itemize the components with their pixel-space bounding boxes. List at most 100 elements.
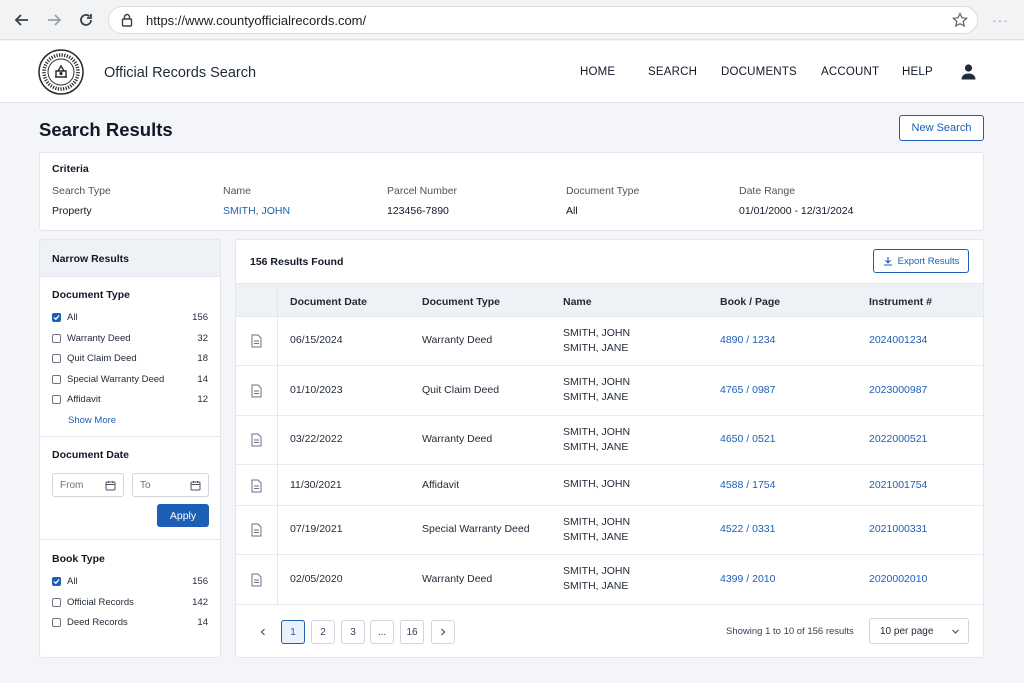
book-page-link[interactable]: 4765 / 0987 xyxy=(720,384,775,396)
export-results-button[interactable]: Export Results xyxy=(873,249,969,273)
instrument-link[interactable]: 2020002010 xyxy=(869,573,927,585)
cell-names: SMITH, JOHN SMITH, JANE xyxy=(563,375,630,405)
chevron-down-icon xyxy=(952,629,959,634)
calendar-icon[interactable] xyxy=(190,480,201,491)
back-icon[interactable] xyxy=(12,10,32,30)
table-row[interactable]: 06/15/2024 Warranty Deed SMITH, JOHN SMI… xyxy=(236,317,983,366)
instrument-link[interactable]: 2021000331 xyxy=(869,523,927,535)
new-search-button[interactable]: New Search xyxy=(899,115,984,141)
pagination-ellipsis: ... xyxy=(370,620,394,644)
user-account-icon[interactable] xyxy=(960,63,977,83)
book-page-link[interactable]: 4650 / 0521 xyxy=(720,433,775,445)
instrument-link[interactable]: 2024001234 xyxy=(869,334,927,346)
book-page-link[interactable]: 4399 / 2010 xyxy=(720,573,775,585)
forward-icon[interactable] xyxy=(44,10,64,30)
nav-help[interactable]: HELP xyxy=(902,66,933,78)
criteria-search-type: Search Type Property xyxy=(52,185,111,217)
party-name: SMITH, JANE xyxy=(563,342,629,354)
document-icon[interactable] xyxy=(251,433,262,447)
column-header-document-type[interactable]: Document Type xyxy=(422,296,500,308)
document-icon[interactable] xyxy=(251,523,262,537)
book-page-link[interactable]: 4588 / 1754 xyxy=(720,479,775,491)
more-menu-icon[interactable]: ··· xyxy=(992,12,1009,28)
divider xyxy=(40,539,220,540)
book-page-link[interactable]: 4890 / 1234 xyxy=(720,334,775,346)
column-header-instrument[interactable]: Instrument # xyxy=(869,296,932,308)
filter-count: 14 xyxy=(197,373,208,385)
cell-names: SMITH, JOHN xyxy=(563,477,630,492)
checkbox[interactable] xyxy=(52,576,61,586)
document-icon[interactable] xyxy=(251,334,262,348)
cell-document-date: 01/10/2023 xyxy=(290,384,343,396)
filter-label: Affidavit xyxy=(67,393,101,405)
calendar-icon[interactable] xyxy=(105,480,116,491)
filter-booktype-all[interactable]: All 156 xyxy=(52,574,208,588)
instrument-link[interactable]: 2023000987 xyxy=(869,384,927,396)
pagination-page-2[interactable]: 2 xyxy=(311,620,335,644)
show-more-link[interactable]: Show More xyxy=(68,415,116,426)
document-icon[interactable] xyxy=(251,479,262,493)
checkbox[interactable] xyxy=(52,333,61,343)
pagination-page-1[interactable]: 1 xyxy=(281,620,305,644)
checkbox[interactable] xyxy=(52,353,61,363)
table-row[interactable]: 03/22/2022 Warranty Deed SMITH, JOHN SMI… xyxy=(236,416,983,465)
instrument-link[interactable]: 2022000521 xyxy=(869,433,927,445)
nav-documents[interactable]: DOCUMENTS xyxy=(721,66,797,78)
apply-button[interactable]: Apply xyxy=(157,504,209,527)
table-row[interactable]: 11/30/2021 Affidavit SMITH, JOHN 4588 / … xyxy=(236,465,983,506)
filter-document-type-title: Document Type xyxy=(52,289,130,301)
site-title[interactable]: Official Records Search xyxy=(104,65,256,81)
document-icon[interactable] xyxy=(251,573,262,587)
table-row[interactable]: 02/05/2020 Warranty Deed SMITH, JOHN SMI… xyxy=(236,555,983,605)
filter-booktype-official-records[interactable]: Official Records 142 xyxy=(52,595,208,609)
criteria-name: Name SMITH, JOHN xyxy=(223,185,290,217)
table-row[interactable]: 01/10/2023 Quit Claim Deed SMITH, JOHN S… xyxy=(236,366,983,416)
book-page-link[interactable]: 4522 / 0331 xyxy=(720,523,775,535)
criteria-name-link[interactable]: SMITH, JOHN xyxy=(223,205,290,217)
date-from-placeholder: From xyxy=(60,480,84,491)
date-from-input[interactable]: From xyxy=(52,473,124,497)
filter-label: Official Records xyxy=(67,596,134,608)
checkbox[interactable] xyxy=(52,374,61,384)
column-header-name[interactable]: Name xyxy=(563,296,592,308)
date-to-input[interactable]: To xyxy=(132,473,209,497)
filter-doctype-warranty-deed[interactable]: Warranty Deed 32 xyxy=(52,331,208,345)
criteria-heading: Criteria xyxy=(52,163,89,175)
cell-names: SMITH, JOHN SMITH, JANE xyxy=(563,326,630,356)
per-page-select[interactable]: 10 per page xyxy=(869,618,969,644)
nav-search[interactable]: SEARCH xyxy=(648,66,697,78)
filter-doctype-special-warranty-deed[interactable]: Special Warranty Deed 14 xyxy=(52,372,208,386)
checkbox[interactable] xyxy=(52,597,61,607)
filter-doctype-affidavit[interactable]: Affidavit 12 xyxy=(52,392,208,406)
pagination-next[interactable] xyxy=(431,620,455,644)
checkbox[interactable] xyxy=(52,312,61,322)
nav-account[interactable]: ACCOUNT xyxy=(821,66,879,78)
filter-count: 156 xyxy=(192,575,208,587)
filter-doctype-all[interactable]: All 156 xyxy=(52,310,208,324)
bookmark-star-icon[interactable] xyxy=(952,12,968,31)
pagination-page-16[interactable]: 16 xyxy=(400,620,424,644)
document-icon[interactable] xyxy=(251,384,262,398)
table-row[interactable]: 07/19/2021 Special Warranty Deed SMITH, … xyxy=(236,506,983,555)
lock-icon xyxy=(121,13,133,30)
column-header-book-page[interactable]: Book / Page xyxy=(720,296,780,308)
party-name: SMITH, JOHN xyxy=(563,426,631,438)
column-header-document-date[interactable]: Document Date xyxy=(290,296,367,308)
cell-document-date: 07/19/2021 xyxy=(290,523,343,535)
checkbox[interactable] xyxy=(52,617,61,627)
instrument-link[interactable]: 2021001754 xyxy=(869,479,927,491)
filter-doctype-quit-claim-deed[interactable]: Quit Claim Deed 18 xyxy=(52,351,208,365)
chevron-left-icon xyxy=(260,628,265,636)
pagination-summary: Showing 1 to 10 of 156 results xyxy=(726,626,854,637)
filter-count: 14 xyxy=(197,616,208,628)
county-seal-icon[interactable] xyxy=(38,49,84,95)
narrow-results-panel: Narrow Results Document Type All 156 War… xyxy=(39,239,221,658)
criteria-label: Name xyxy=(223,185,252,197)
checkbox[interactable] xyxy=(52,394,61,404)
nav-home[interactable]: HOME xyxy=(580,66,615,78)
pagination-page-3[interactable]: 3 xyxy=(341,620,365,644)
pagination-prev[interactable] xyxy=(251,620,275,644)
filter-booktype-deed-records[interactable]: Deed Records 14 xyxy=(52,615,208,629)
reload-icon[interactable] xyxy=(76,10,96,30)
address-bar[interactable]: https://www.countyofficialrecords.com/ xyxy=(108,6,978,34)
